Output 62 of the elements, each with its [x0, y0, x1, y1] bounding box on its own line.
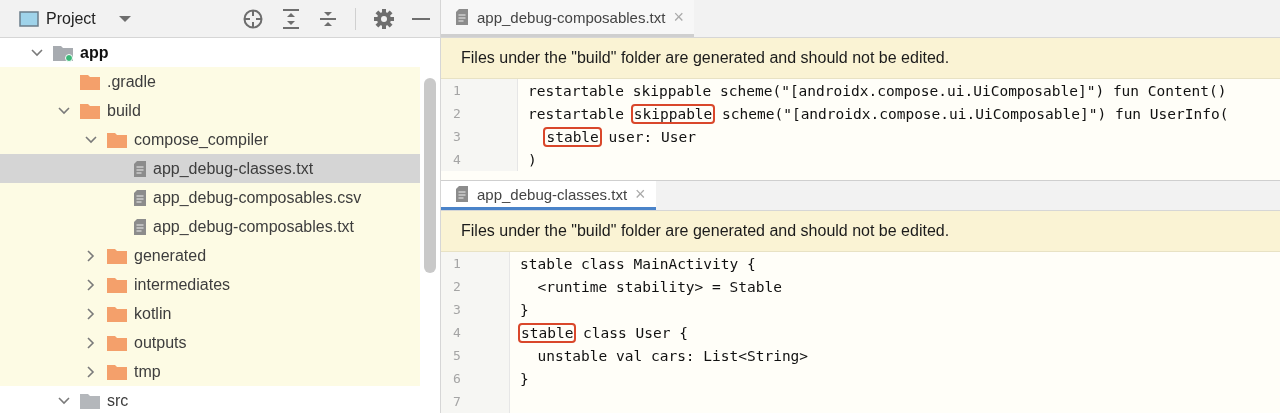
line-number: 3: [441, 298, 510, 321]
scrollbar[interactable]: [424, 78, 436, 273]
code-text: restartable skippable scheme("[androidx.compose.ui.UiComposable]") fun Content(): [527, 81, 1228, 101]
folder-icon: [106, 333, 128, 352]
dropdown-caret-icon[interactable]: [117, 14, 132, 23]
code-text: class User {: [582, 323, 689, 343]
folder-icon: [106, 246, 128, 265]
warning-banner: Files under the "build" folder are generated and should not be edited.: [441, 211, 1280, 252]
line-number: 7: [441, 390, 510, 413]
line-number: 6: [441, 367, 510, 390]
highlighted-code: skippable: [630, 103, 716, 124]
module-folder-icon: [52, 43, 74, 62]
line-number: 2: [441, 275, 510, 298]
folder-icon: [79, 101, 101, 120]
folder-name[interactable]: kotlin: [134, 304, 172, 323]
folder-icon: [79, 391, 101, 410]
editor-tab[interactable]: app_debug-composables.txt ×: [441, 0, 694, 37]
highlighted-code: stable: [518, 322, 577, 343]
text-file-icon: [455, 8, 469, 26]
code-text: restartable: [527, 104, 626, 124]
code-text: scheme("[androidx.compose.ui.UiComposable]") fun UserInfo(: [721, 104, 1230, 124]
warning-banner: Files under the "build" folder are generated and should not be edited.: [441, 38, 1280, 79]
folder-icon: [106, 362, 128, 381]
folder-icon: [79, 72, 101, 91]
folder-icon: [106, 130, 128, 149]
folder-name[interactable]: intermediates: [134, 275, 231, 294]
line-number: 1: [441, 252, 510, 275]
panel-title: Project: [46, 9, 96, 28]
text-file-icon: [133, 217, 147, 236]
project-window-icon: [19, 10, 39, 27]
code-text: <runtime stability> = Stable: [536, 277, 783, 297]
editor-tab[interactable]: app_debug-classes.txt ×: [441, 181, 656, 210]
code-text: }: [519, 300, 530, 320]
text-file-icon: [455, 185, 469, 203]
code-text: ): [527, 150, 538, 170]
settings-icon[interactable]: [373, 7, 395, 30]
code-text: }: [519, 369, 530, 389]
folder-name[interactable]: generated: [134, 246, 207, 265]
locate-icon[interactable]: [242, 7, 264, 30]
line-number: 3: [441, 125, 518, 148]
folder-icon: [106, 275, 128, 294]
line-number: 4: [441, 148, 518, 171]
folder-name[interactable]: outputs: [134, 333, 187, 352]
code-text: stable class MainActivity {: [519, 254, 757, 274]
folder-name[interactable]: src: [107, 391, 129, 410]
text-file-icon: [133, 159, 147, 178]
highlighted-code: stable: [543, 126, 602, 147]
line-number: 5: [441, 344, 510, 367]
code-text: unstable val cars: List<String>: [536, 346, 810, 366]
text-file-icon: [133, 188, 147, 207]
expand-all-icon[interactable]: [281, 7, 301, 30]
folder-icon: [106, 304, 128, 323]
folder-name[interactable]: build: [107, 101, 141, 120]
folder-name[interactable]: tmp: [134, 362, 161, 381]
folder-name[interactable]: app: [80, 43, 109, 62]
code-text: user: User: [607, 127, 697, 147]
folder-name[interactable]: .gradle: [107, 72, 156, 91]
tab-title: app_debug-composables.txt: [477, 8, 666, 26]
line-number: 2: [441, 102, 518, 125]
tab-title: app_debug-classes.txt: [477, 185, 628, 203]
line-number: 1: [441, 79, 518, 102]
line-number: 4: [441, 321, 510, 344]
